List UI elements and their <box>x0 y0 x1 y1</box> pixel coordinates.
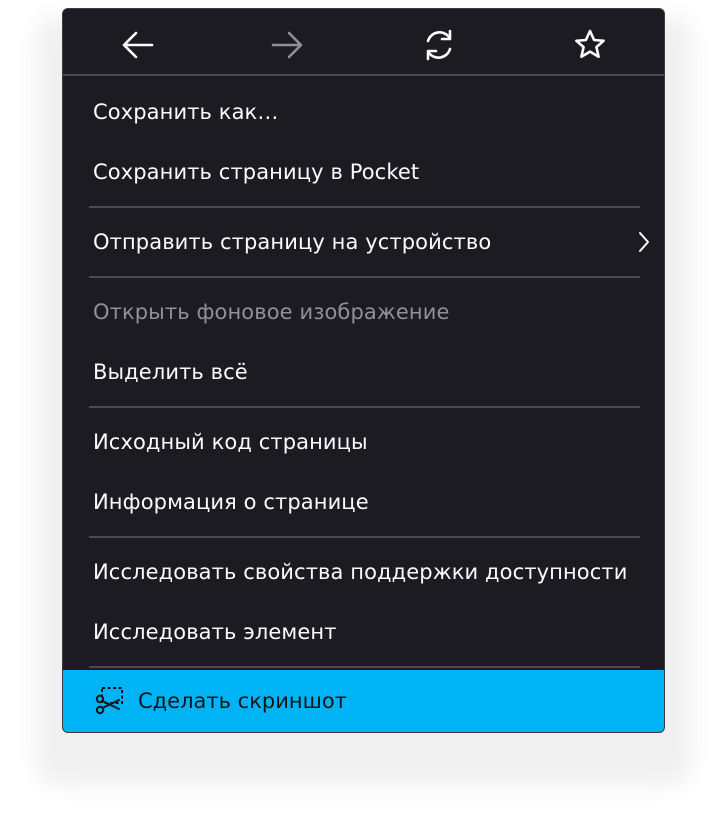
chevron-right-icon <box>639 232 649 252</box>
context-menu: Сохранить как… Сохранить страницу в Pock… <box>62 8 665 733</box>
menu-item-save-to-pocket[interactable]: Сохранить страницу в Pocket <box>63 142 664 202</box>
separator <box>89 536 640 538</box>
menu-item-send-to-device[interactable]: Отправить страницу на устройство <box>63 212 664 272</box>
reload-icon <box>426 29 452 61</box>
menu-item-label: Сохранить как… <box>93 100 279 124</box>
menu-item-inspect-accessibility[interactable]: Исследовать свойства поддержки доступнос… <box>63 542 664 602</box>
menu-item-view-source[interactable]: Исходный код страницы <box>63 412 664 472</box>
menu-item-inspect-element[interactable]: Исследовать элемент <box>63 602 664 662</box>
arrow-left-icon <box>122 31 154 59</box>
menu-item-select-all[interactable]: Выделить всё <box>63 342 664 402</box>
back-button[interactable] <box>118 25 158 65</box>
menu-item-label: Сохранить страницу в Pocket <box>93 160 420 184</box>
menu-item-open-background: Открыть фоновое изображение <box>63 282 664 342</box>
menu-item-label: Исходный код страницы <box>93 430 368 454</box>
menu-item-take-screenshot[interactable]: Сделать скриншот <box>63 670 664 732</box>
reload-button[interactable] <box>419 25 459 65</box>
bookmark-button[interactable] <box>570 25 610 65</box>
navigation-bar <box>63 9 664 76</box>
separator <box>89 406 640 408</box>
menu-item-label: Сделать скриншот <box>138 689 347 713</box>
separator <box>89 276 640 278</box>
menu-item-label: Выделить всё <box>93 360 248 384</box>
menu-item-save-as[interactable]: Сохранить как… <box>63 82 664 142</box>
separator <box>89 666 640 668</box>
forward-button[interactable] <box>267 25 307 65</box>
star-icon <box>575 29 605 58</box>
screenshot-icon <box>95 687 123 715</box>
menu-item-label: Исследовать свойства поддержки доступнос… <box>93 560 628 584</box>
menu-item-page-info[interactable]: Информация о странице <box>63 472 664 532</box>
menu-items: Сохранить как… Сохранить страницу в Pock… <box>63 76 664 668</box>
arrow-right-icon <box>271 31 303 59</box>
menu-item-label: Открыть фоновое изображение <box>93 300 450 324</box>
menu-item-label: Отправить страницу на устройство <box>93 230 492 254</box>
menu-item-label: Информация о странице <box>93 490 369 514</box>
separator <box>89 206 640 208</box>
menu-item-label: Исследовать элемент <box>93 620 337 644</box>
